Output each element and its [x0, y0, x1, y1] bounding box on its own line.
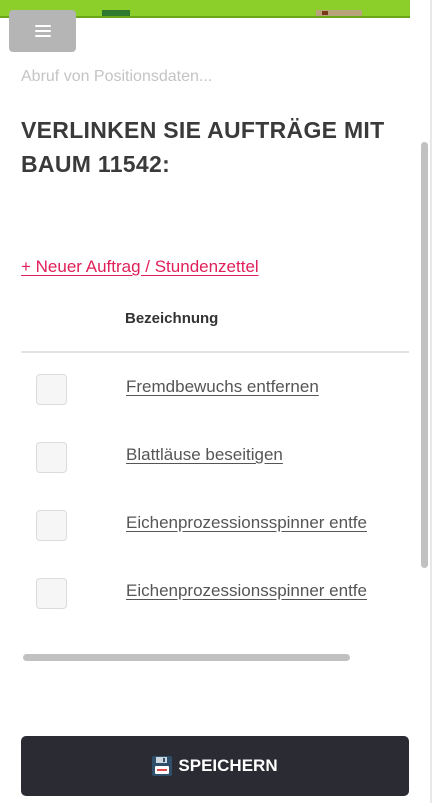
page-title: VERLINKEN SIE AUFTRÄGE MIT BAUM 11542: — [21, 117, 385, 177]
order-link[interactable]: Eichenprozessionsspinner entfe — [126, 513, 409, 533]
order-link[interactable]: Eichenprozessionsspinner entfe — [126, 581, 409, 601]
floppy-disk-icon — [152, 756, 173, 776]
horizontal-scrollbar[interactable] — [23, 654, 350, 661]
save-button[interactable]: SPEICHERN — [21, 736, 409, 796]
row-checkbox[interactable] — [36, 442, 67, 473]
row-checkbox[interactable] — [36, 578, 67, 609]
menu-button[interactable] — [9, 10, 76, 52]
table-row: Eichenprozessionsspinner entfe — [0, 558, 432, 626]
table-row: Fremdbewuchs entfernen — [0, 354, 432, 422]
column-header-bezeichnung: Bezeichnung — [125, 310, 219, 327]
table-row: Blattläuse beseitigen — [0, 422, 432, 490]
row-checkbox[interactable] — [36, 374, 67, 405]
row-checkbox[interactable] — [36, 510, 67, 541]
status-text: Abruf von Positionsdaten... — [21, 68, 213, 85]
order-table-body: Fremdbewuchs entfernen Blattläuse beseit… — [0, 354, 432, 626]
order-link[interactable]: Blattläuse beseitigen — [126, 445, 409, 465]
vertical-scrollbar[interactable] — [421, 142, 428, 568]
order-link[interactable]: Fremdbewuchs entfernen — [126, 377, 409, 397]
save-button-label: SPEICHERN — [178, 756, 278, 775]
new-order-link[interactable]: + Neuer Auftrag / Stundenzettel — [21, 257, 259, 277]
map-fragment — [316, 10, 362, 16]
hamburger-menu-icon — [34, 25, 51, 37]
table-row: Eichenprozessionsspinner entfe — [0, 490, 432, 558]
map-fragment — [102, 10, 130, 16]
table-header-divider — [21, 351, 409, 353]
